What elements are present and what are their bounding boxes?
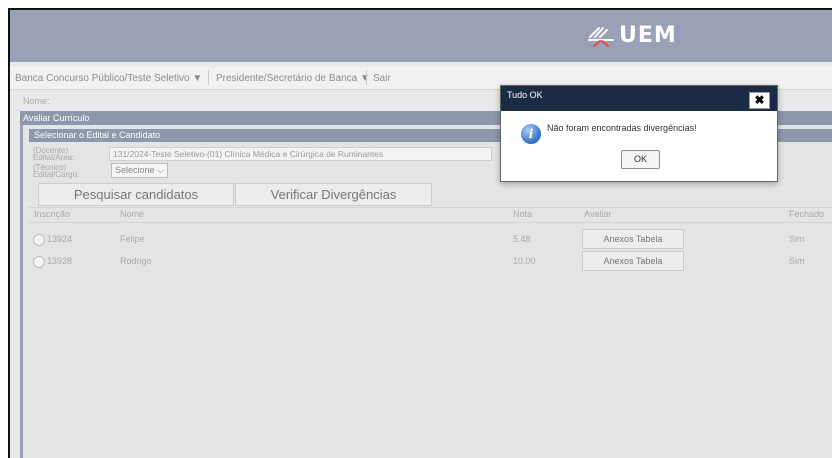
chevron-down-icon: ▼ [359,73,370,84]
uem-logo-icon [588,26,614,47]
cell-nota: 5.48 [513,234,531,244]
dialog-title: Tudo OK [507,90,543,100]
table-row: 13928 Rodrigo 10.00 Anexos Tabela Sim [29,251,832,273]
anexos-tabela-button[interactable]: Anexos Tabela [582,251,684,271]
header-avaliar: Avaliar [584,209,612,219]
edital-area-label: Edital/Área: [33,153,75,162]
cell-nome: Felipe [120,234,145,244]
cell-nome: Rodrigo [120,256,152,266]
menu-separator [208,70,209,85]
logo-text: UEM [619,23,677,48]
menu-banca-concurso[interactable]: Banca Concurso Público/Teste Seletivo ▼ [15,73,202,84]
menu-sair[interactable]: Sair [373,73,391,84]
search-candidates-button[interactable]: Pesquisar candidatos [38,183,234,206]
ok-button[interactable]: OK [621,150,660,169]
row-radio[interactable] [33,234,45,246]
table-header: Inscrição Nome Nota Avaliar Fechado [29,207,832,223]
info-icon: i [521,124,541,144]
edital-area-field[interactable]: 131/2024-Teste Seletivo-(01) Clínica Méd… [109,147,492,161]
cell-fechado: Sim [789,234,805,244]
header-nome: Nome [120,209,145,219]
cell-nota: 10.00 [513,256,536,266]
tudo-ok-dialog: Tudo OK ✖ i Não foram encontradas diverg… [500,85,778,182]
cell-inscricao: 13928 [47,256,73,266]
table-row: 13924 Felipe 5.48 Anexos Tabela Sim [29,229,832,251]
close-icon[interactable]: ✖ [749,92,770,109]
chevron-down-icon: ⌵ [157,165,164,175]
cell-fechado: Sim [789,256,805,266]
nome-label: Nome: [23,96,50,106]
dialog-message: Não foram encontradas divergências! [547,123,697,133]
menu-separator [366,70,367,85]
row-radio[interactable] [33,256,45,268]
app-frame: UEM Banca Concurso Público/Teste Seletiv… [8,8,832,458]
chevron-down-icon: ▼ [192,73,203,84]
verify-divergences-button[interactable]: Verificar Divergências [235,183,432,206]
edital-cargo-label: Edital/Cargo: [33,170,80,179]
dialog-titlebar: Tudo OK ✖ [501,86,777,111]
edital-cargo-select[interactable]: Selecione ⌵ [111,163,168,178]
uem-logo: UEM [586,23,677,48]
header-nota: Nota [513,209,533,219]
anexos-tabela-button[interactable]: Anexos Tabela [582,229,684,249]
header-banner: UEM [10,10,832,62]
header-inscricao: Inscrição [34,209,71,219]
cell-inscricao: 13924 [47,234,73,244]
menu-presidente-secretario[interactable]: Presidente/Secretário de Banca ▼ [216,73,370,84]
header-fechado: Fechado [789,209,825,219]
